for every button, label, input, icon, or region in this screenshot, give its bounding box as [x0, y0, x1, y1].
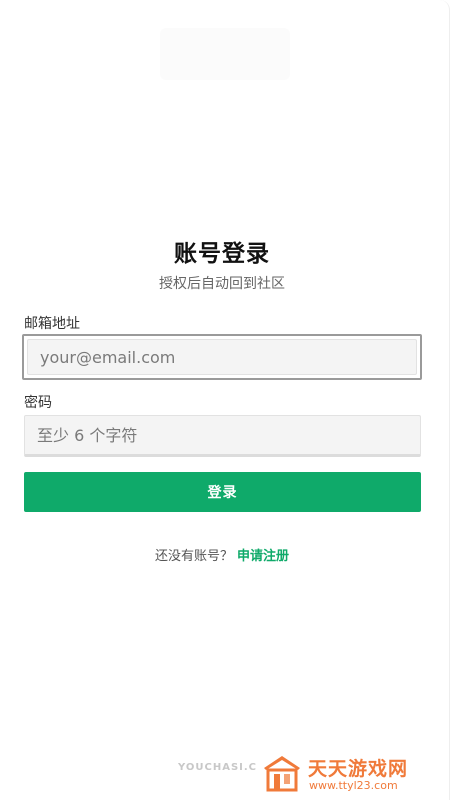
footer-brand: YOUCHASI.C [178, 762, 258, 773]
password-field-wrapper [24, 415, 421, 457]
watermark: 天天游戏网 www.ttyl23.com [262, 752, 442, 796]
page-subtitle: 授权后自动回到社区 [159, 276, 285, 292]
login-button[interactable]: 登录 [24, 472, 421, 512]
register-prompt: 还没有账号？ [154, 549, 233, 564]
password-label: 密码 [24, 395, 52, 411]
page-title: 账号登录 [174, 241, 270, 267]
register-row: 还没有账号？ 申请注册 [0, 545, 444, 564]
logo-placeholder [160, 28, 290, 80]
app-frame: 账号登录 授权后自动回到社区 邮箱地址 密码 登录 还没有账号？ 申请注册 YOU… [0, 0, 450, 800]
watermark-url: www.ttyl23.com [309, 779, 398, 792]
email-field[interactable] [27, 339, 417, 375]
email-label: 邮箱地址 [24, 316, 80, 332]
register-link[interactable]: 申请注册 [237, 549, 289, 564]
watermark-name: 天天游戏网 [308, 758, 409, 780]
password-field[interactable] [24, 415, 421, 457]
house-logo-icon [264, 756, 300, 792]
email-field-wrapper [22, 334, 422, 380]
